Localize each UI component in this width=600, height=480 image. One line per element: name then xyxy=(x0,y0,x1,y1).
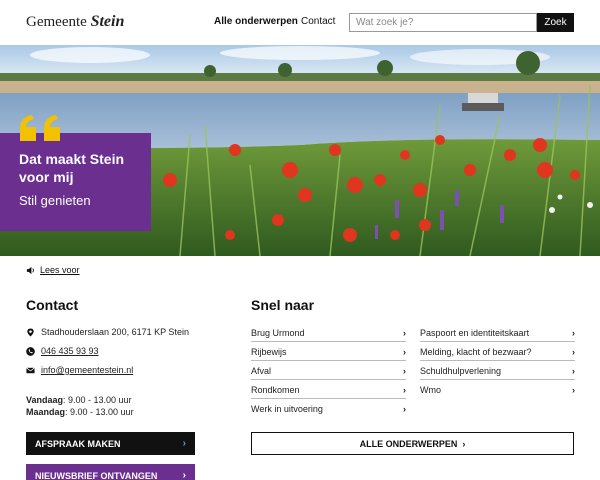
quick-link[interactable]: Wmo › xyxy=(420,380,575,399)
nav-contact[interactable]: Contact xyxy=(301,16,335,27)
all-topics-label: ALLE ONDERWERPEN xyxy=(359,438,458,449)
mail-icon xyxy=(26,367,35,373)
quick-link[interactable]: Schuldhulpverlening › xyxy=(420,361,575,380)
address-row: Stadhouderslaan 200, 6171 KP Stein xyxy=(26,327,189,337)
chevron-right-icon: › xyxy=(572,346,575,357)
quick-link-label: Brug Urmond xyxy=(251,327,305,338)
quick-links-left: Brug Urmond › Rijbewijs › Afval › Rondkomen… xyxy=(251,323,406,418)
quick-link[interactable]: Werk in uitvoering › xyxy=(251,399,406,418)
chevron-right-icon: › xyxy=(403,365,406,376)
newsletter-label: NIEUWSBRIEF ONTVANGEN xyxy=(35,470,158,480)
search-input[interactable] xyxy=(349,13,537,32)
phone-icon xyxy=(26,346,35,356)
site-logo[interactable]: Gemeente Stein xyxy=(26,13,124,31)
chevron-right-icon: › xyxy=(182,438,186,449)
hero-banner: Dat maakt Stein voor mij Stil genieten xyxy=(0,45,600,256)
email-link[interactable]: info@gemeentestein.nl xyxy=(41,365,133,375)
make-appointment-button[interactable]: AFSPRAAK MAKEN › xyxy=(26,432,195,455)
chevron-right-icon: › xyxy=(572,385,575,395)
newsletter-button[interactable]: NIEUWSBRIEF ONTVANGEN › xyxy=(26,464,195,480)
chevron-right-icon: › xyxy=(572,327,575,338)
chevron-right-icon: › xyxy=(462,438,466,449)
quote-subtitle: Stil genieten xyxy=(19,193,91,208)
phone-row: 046 435 93 93 xyxy=(26,346,99,356)
address-text: Stadhouderslaan 200, 6171 KP Stein xyxy=(41,327,189,337)
quick-link-label: Rondkomen xyxy=(251,384,300,395)
hours-today: Vandaag: 9.00 - 13.00 uur xyxy=(26,395,132,405)
read-aloud-label: Lees voor xyxy=(40,265,80,275)
make-appointment-label: AFSPRAAK MAKEN xyxy=(35,438,121,449)
quick-link-label: Rijbewijs xyxy=(251,346,287,357)
quick-link[interactable]: Melding, klacht of bezwaar? › xyxy=(420,342,575,361)
hours-monday: Maandag: 9.00 - 13.00 uur xyxy=(26,407,134,417)
quick-link-label: Melding, klacht of bezwaar? xyxy=(420,346,532,357)
quote-card[interactable]: Dat maakt Stein voor mij Stil genieten xyxy=(0,133,151,231)
chevron-right-icon: › xyxy=(182,470,186,480)
quick-links-heading: Snel naar xyxy=(251,297,315,313)
quick-link[interactable]: Rondkomen › xyxy=(251,380,406,399)
logo-prefix: Gemeente xyxy=(26,14,87,30)
phone-link[interactable]: 046 435 93 93 xyxy=(41,346,99,356)
chevron-right-icon: › xyxy=(572,365,575,376)
quick-link-label: Werk in uitvoering xyxy=(251,404,323,414)
quote-title: Dat maakt Stein voor mij xyxy=(19,151,125,185)
read-aloud-link[interactable]: Lees voor xyxy=(26,265,80,275)
monday-label: Maandag xyxy=(26,407,66,417)
quick-link-label: Paspoort en identiteitskaart xyxy=(420,327,530,338)
today-label: Vandaag xyxy=(26,395,64,405)
all-topics-button[interactable]: ALLE ONDERWERPEN › xyxy=(251,432,574,455)
quote-marks-icon xyxy=(20,115,60,141)
quick-link-label: Afval xyxy=(251,365,272,376)
quick-link[interactable]: Afval › xyxy=(251,361,406,380)
speaker-icon xyxy=(26,266,34,274)
contact-heading: Contact xyxy=(26,297,79,313)
search-button[interactable]: Zoek xyxy=(537,13,574,32)
chevron-right-icon: › xyxy=(403,404,406,414)
quick-link[interactable]: Brug Urmond › xyxy=(251,323,406,342)
nav-all-topics[interactable]: Alle onderwerpen xyxy=(214,16,298,27)
quick-links-right: Paspoort en identiteitskaart › Melding, k… xyxy=(420,323,575,399)
monday-hours: : 9.00 - 13.00 uur xyxy=(65,407,134,417)
chevron-right-icon: › xyxy=(403,327,406,338)
location-pin-icon xyxy=(27,327,34,337)
logo-name: Stein xyxy=(90,13,125,30)
email-row: info@gemeentestein.nl xyxy=(26,365,133,375)
chevron-right-icon: › xyxy=(403,346,406,357)
chevron-right-icon: › xyxy=(403,384,406,395)
quick-link-label: Schuldhulpverlening xyxy=(420,365,502,376)
quick-link[interactable]: Paspoort en identiteitskaart › xyxy=(420,323,575,342)
quick-link[interactable]: Rijbewijs › xyxy=(251,342,406,361)
today-hours: : 9.00 - 13.00 uur xyxy=(63,395,132,405)
quick-link-label: Wmo xyxy=(420,385,441,395)
site-header: Gemeente Stein Alle onderwerpen Contact … xyxy=(0,0,600,45)
